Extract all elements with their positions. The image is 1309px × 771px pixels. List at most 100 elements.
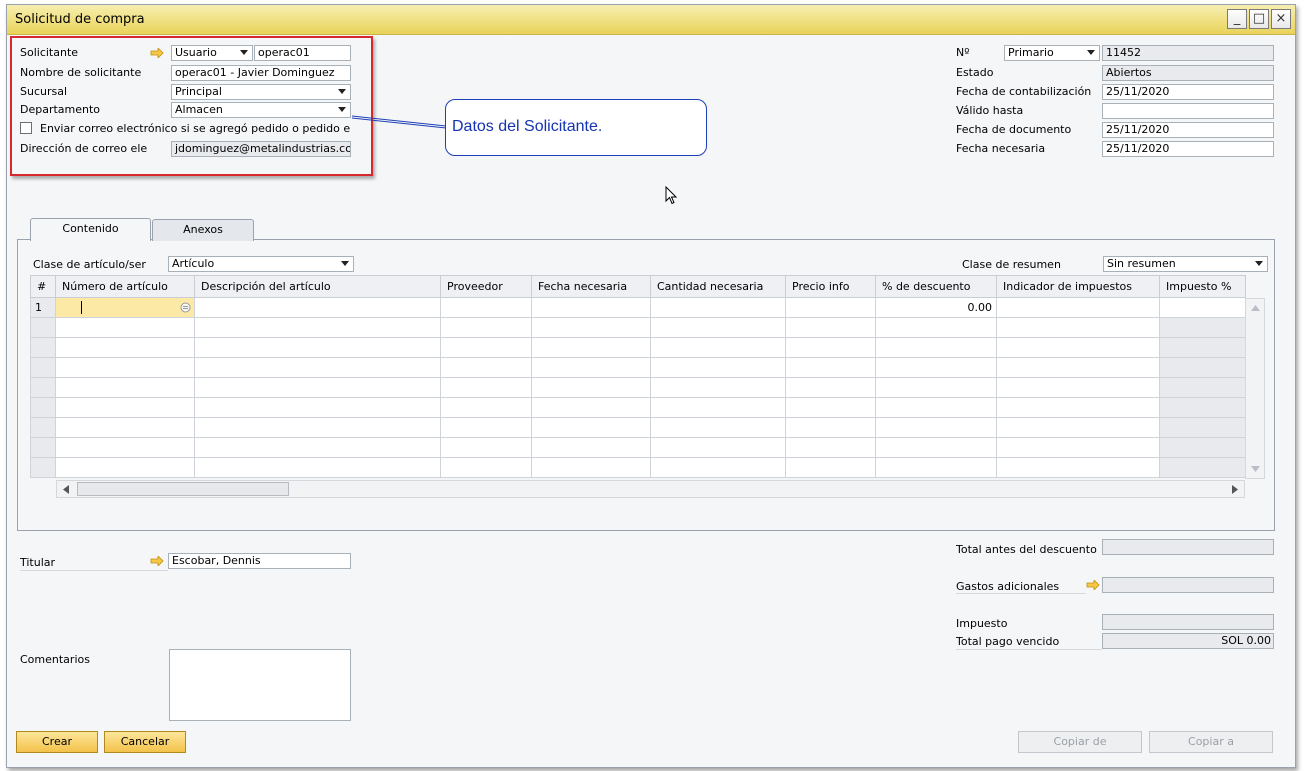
cell[interactable] — [55, 397, 195, 418]
comentarios-textarea[interactable] — [169, 649, 351, 721]
scroll-up-icon[interactable] — [1251, 305, 1260, 311]
scroll-down-icon[interactable] — [1251, 466, 1260, 472]
cell[interactable] — [440, 417, 532, 438]
cell[interactable] — [1159, 377, 1246, 398]
clase-resumen-select[interactable]: Sin resumen — [1103, 256, 1268, 272]
cell[interactable] — [194, 377, 441, 398]
copiar-a-button[interactable]: Copiar a — [1149, 731, 1273, 753]
cell[interactable] — [55, 357, 195, 378]
col-header-indicador-impuestos[interactable]: Indicador de impuestos — [996, 275, 1160, 298]
cell[interactable] — [440, 377, 532, 398]
table-row[interactable]: 1 0.00 — [30, 297, 1246, 318]
cell[interactable] — [440, 457, 532, 478]
cantidad-cell[interactable] — [650, 297, 786, 318]
horizontal-scrollbar[interactable] — [56, 480, 1245, 498]
impuesto-pct-cell[interactable] — [1159, 297, 1246, 318]
cell[interactable] — [194, 397, 441, 418]
cell[interactable] — [194, 337, 441, 358]
cell[interactable] — [650, 417, 786, 438]
col-header-fecha-necesaria[interactable]: Fecha necesaria — [531, 275, 651, 298]
cell[interactable] — [875, 377, 997, 398]
cell[interactable] — [875, 357, 997, 378]
cell[interactable] — [531, 337, 651, 358]
tab-anexos[interactable]: Anexos — [152, 219, 254, 241]
fecha-necesaria-cell[interactable] — [531, 297, 651, 318]
cell[interactable] — [785, 337, 876, 358]
link-arrow-icon[interactable] — [150, 556, 164, 566]
fecha-necesaria-field[interactable]: 25/11/2020 — [1102, 141, 1274, 157]
cell[interactable] — [194, 457, 441, 478]
valido-hasta-field[interactable] — [1102, 103, 1274, 119]
series-select[interactable]: Primario — [1004, 45, 1100, 61]
cell[interactable] — [996, 457, 1160, 478]
cell[interactable] — [996, 397, 1160, 418]
minimize-button[interactable]: _ — [1227, 9, 1247, 29]
numero-articulo-cell[interactable] — [55, 297, 195, 318]
cell[interactable] — [996, 417, 1160, 438]
title-bar[interactable]: Solicitud de compra _ □ × — [7, 5, 1295, 35]
cell[interactable] — [996, 357, 1160, 378]
cell[interactable] — [996, 377, 1160, 398]
cell[interactable] — [194, 417, 441, 438]
cell[interactable] — [55, 377, 195, 398]
gastos-field[interactable] — [1102, 577, 1274, 593]
cell[interactable] — [1159, 397, 1246, 418]
crear-button[interactable]: Crear — [16, 731, 98, 753]
col-header-descuento[interactable]: % de descuento — [875, 275, 997, 298]
cell[interactable] — [996, 337, 1160, 358]
cell[interactable] — [440, 317, 532, 338]
total-antes-field[interactable] — [1102, 539, 1274, 555]
cell[interactable] — [531, 397, 651, 418]
col-header-precio-info[interactable]: Precio info — [785, 275, 876, 298]
table-row[interactable] — [30, 397, 1246, 418]
table-row[interactable] — [30, 457, 1246, 478]
cell[interactable] — [55, 457, 195, 478]
cell[interactable] — [875, 397, 997, 418]
list-choose-icon[interactable] — [180, 302, 191, 313]
maximize-button[interactable]: □ — [1249, 9, 1269, 29]
cell[interactable] — [531, 357, 651, 378]
cell[interactable] — [1159, 457, 1246, 478]
col-header-descripcion[interactable]: Descripción del artículo — [194, 275, 441, 298]
clase-articulo-select[interactable]: Artículo — [168, 256, 354, 272]
link-arrow-icon[interactable] — [1086, 580, 1100, 590]
cell[interactable] — [194, 317, 441, 338]
cell[interactable] — [650, 397, 786, 418]
cell[interactable] — [440, 397, 532, 418]
cell[interactable] — [650, 337, 786, 358]
cell[interactable] — [194, 437, 441, 458]
cell[interactable] — [996, 437, 1160, 458]
col-header-cantidad[interactable]: Cantidad necesaria — [650, 275, 786, 298]
cell[interactable] — [531, 377, 651, 398]
precio-info-cell[interactable] — [785, 297, 876, 318]
col-header-numero-articulo[interactable]: Número de artículo — [55, 275, 195, 298]
cancelar-button[interactable]: Cancelar — [104, 731, 186, 753]
cell[interactable] — [440, 357, 532, 378]
proveedor-cell[interactable] — [440, 297, 532, 318]
cell[interactable] — [875, 437, 997, 458]
cell[interactable] — [55, 317, 195, 338]
col-header-impuesto-pct[interactable]: Impuesto % — [1159, 275, 1246, 298]
tab-contenido[interactable]: Contenido — [30, 218, 151, 241]
scroll-left-icon[interactable] — [63, 485, 69, 494]
cell[interactable] — [875, 337, 997, 358]
cell[interactable] — [531, 317, 651, 338]
cell[interactable] — [650, 457, 786, 478]
col-header-num[interactable]: # — [30, 275, 56, 298]
cell[interactable] — [1159, 417, 1246, 438]
cell[interactable] — [785, 417, 876, 438]
table-row[interactable] — [30, 337, 1246, 358]
cell[interactable] — [785, 457, 876, 478]
titular-field[interactable]: Escobar, Dennis — [168, 553, 351, 569]
table-row[interactable] — [30, 417, 1246, 438]
cell[interactable] — [1159, 337, 1246, 358]
cell[interactable] — [650, 317, 786, 338]
cell[interactable] — [1159, 317, 1246, 338]
indicador-impuestos-cell[interactable] — [996, 297, 1160, 318]
cell[interactable] — [785, 397, 876, 418]
descripcion-cell[interactable] — [194, 297, 441, 318]
cell[interactable] — [55, 417, 195, 438]
descuento-cell[interactable]: 0.00 — [875, 297, 997, 318]
cell[interactable] — [785, 357, 876, 378]
table-row[interactable] — [30, 357, 1246, 378]
